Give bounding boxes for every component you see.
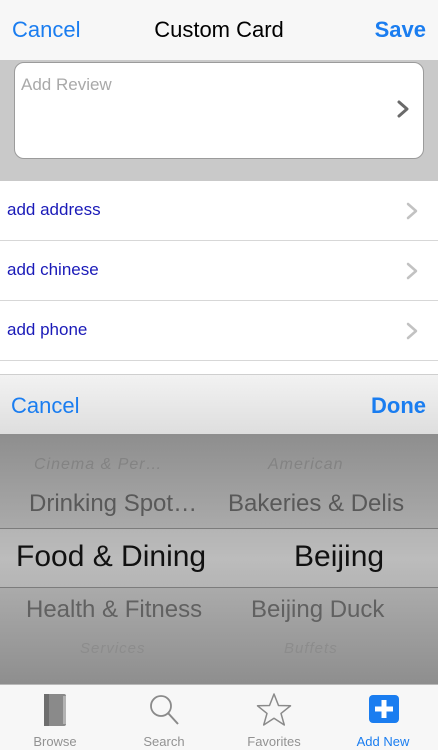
review-placeholder: Add Review (21, 75, 112, 94)
tab-search[interactable]: Search (109, 685, 219, 750)
tab-label: Search (143, 734, 185, 749)
add-field-list: add address add chinese add phone (0, 181, 438, 361)
star-icon (256, 693, 292, 726)
category-picker[interactable]: Cinema & Per… Drinking Spot… Food & Dini… (0, 434, 438, 684)
picker-left-option[interactable]: Services (80, 640, 146, 657)
chevron-right-icon (406, 322, 418, 340)
picker-done-button[interactable]: Done (371, 393, 426, 419)
tab-favorites[interactable]: Favorites (219, 685, 329, 750)
custom-card-screen: Cancel Custom Card Save Add Review add a… (0, 0, 438, 750)
save-button[interactable]: Save (375, 17, 426, 43)
tab-label: Favorites (247, 734, 301, 749)
list-item-add-phone[interactable]: add phone (0, 301, 438, 361)
picker-right-option[interactable]: American (268, 456, 344, 474)
picker-right-option[interactable]: Buffets (284, 640, 338, 657)
tab-browse[interactable]: Browse (0, 685, 110, 750)
list-item-add-address[interactable]: add address (0, 181, 438, 241)
picker-right-option[interactable]: Beijing Duck (251, 596, 384, 624)
list-item-label: add phone (7, 320, 88, 339)
magnifier-icon (150, 695, 179, 725)
tab-label: Browse (33, 734, 77, 749)
picker-cancel-button[interactable]: Cancel (11, 393, 79, 419)
tab-label: Add New (356, 734, 410, 749)
page-title: Custom Card (154, 17, 284, 42)
navigation-bar: Cancel Custom Card Save (0, 0, 438, 60)
review-field[interactable]: Add Review (14, 62, 424, 159)
chevron-right-icon (397, 100, 409, 118)
chevron-right-icon (406, 202, 418, 220)
chevron-right-icon (406, 262, 418, 280)
picker-toolbar: Cancel Done (0, 374, 438, 434)
tab-add-new[interactable]: Add New (328, 685, 438, 750)
picker-left-option[interactable]: Cinema & Per… (34, 456, 163, 474)
list-item-add-chinese[interactable]: add chinese (0, 241, 438, 301)
picker-right-option[interactable]: Bakeries & Delis (228, 490, 404, 518)
list-item-label: add chinese (7, 260, 99, 279)
plus-icon (369, 695, 399, 723)
review-section: Add Review (0, 60, 438, 181)
list-item-label: add address (7, 200, 101, 219)
picker-right-selected[interactable]: Beijing (294, 540, 384, 574)
tab-bar: Browse Search Favorites Add New (0, 684, 438, 750)
picker-left-option[interactable]: Drinking Spot… (29, 490, 197, 518)
book-icon (44, 694, 66, 726)
picker-left-option[interactable]: Health & Fitness (26, 596, 202, 624)
picker-left-selected[interactable]: Food & Dining (16, 540, 206, 574)
